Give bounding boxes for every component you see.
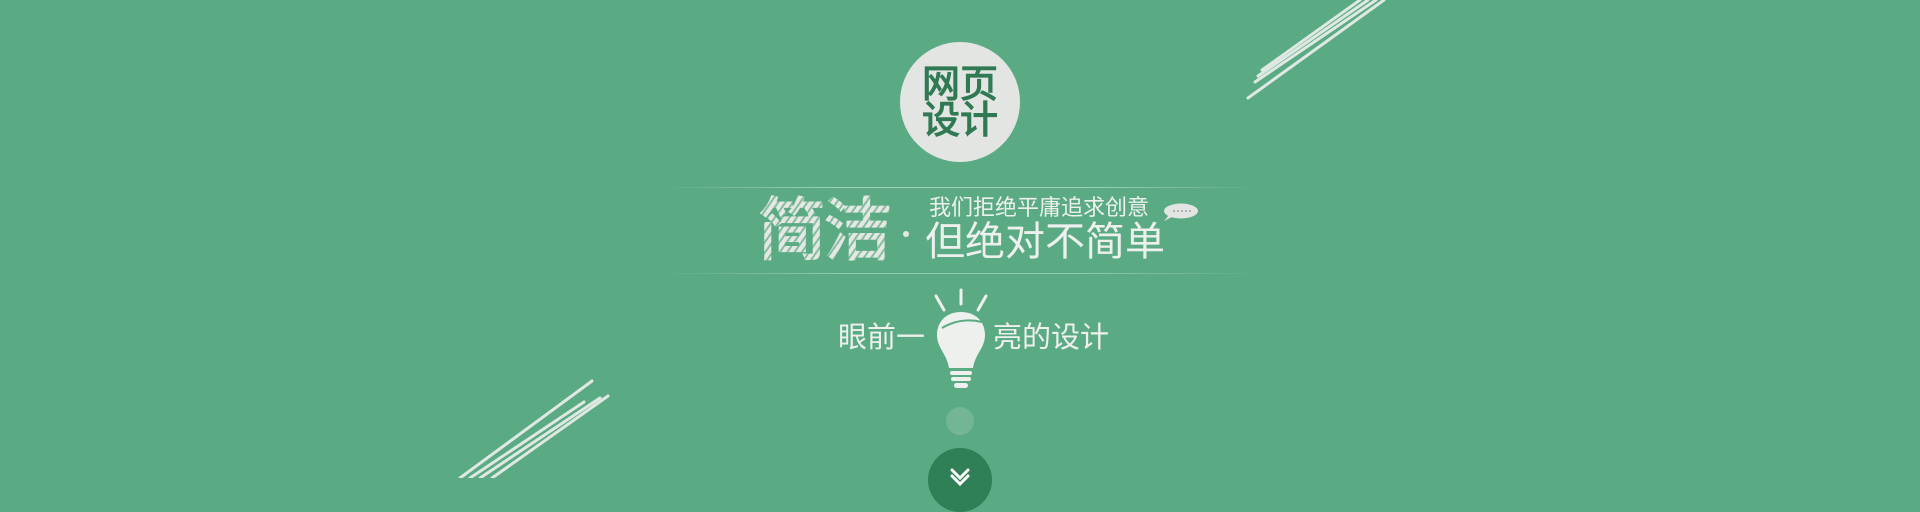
chevron-down-icon [950,468,970,487]
divider-top [660,187,1260,188]
divider-bottom [660,273,1260,274]
scroll-indicator-dot [946,407,974,435]
lightbulb-icon [934,288,988,388]
subline-left: 眼前一 [838,320,926,354]
headline-separator [903,231,909,237]
tagline-big: 但绝对不简单 [925,219,1165,265]
logo-badge: 网页 设计 [900,42,1020,162]
badge-line-2: 设计 [921,98,998,142]
subline-right: 亮的设计 [993,320,1110,354]
scroll-down-button[interactable] [928,448,992,512]
badge-line-1: 网页 [921,62,998,106]
headline-brand: 简洁 [758,192,892,271]
chat-bubble-icon [1164,203,1198,221]
